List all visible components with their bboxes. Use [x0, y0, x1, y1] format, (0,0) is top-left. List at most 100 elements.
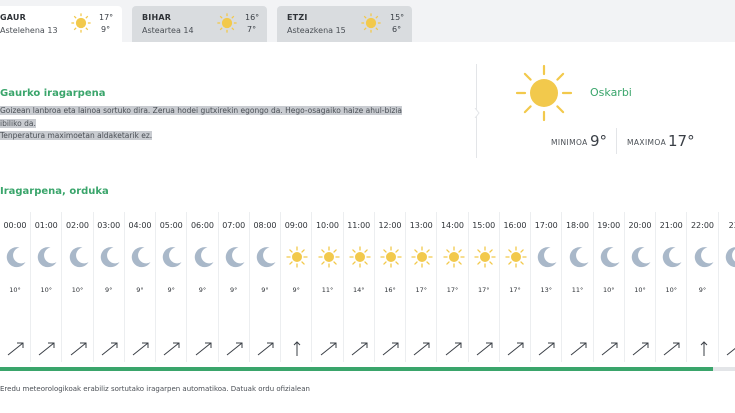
hour-temp: 17°	[446, 286, 459, 294]
moon-icon	[692, 245, 716, 269]
moon-icon	[567, 245, 591, 269]
wind-arrow-icon	[194, 341, 214, 357]
wind-arrow-icon	[162, 341, 182, 357]
hour-time: 18:00	[565, 221, 590, 230]
tab-max-temp: 17°	[99, 13, 114, 22]
hour-temp: 9°	[230, 286, 238, 294]
forecast-text-line: Tenperatura maximoetan aldaketarik ez.	[0, 131, 153, 140]
today-forecast-text: Goizean lanbroa eta lainoa sortuko dira.…	[0, 105, 412, 143]
hour-column: 11:00 14°	[344, 212, 375, 362]
wind-arrow-icon	[600, 341, 620, 357]
hour-temp: 13°	[540, 286, 553, 294]
moon-icon	[598, 245, 622, 269]
moon-icon	[660, 245, 684, 269]
wind-arrow-icon	[725, 341, 735, 357]
hour-time: 23	[728, 221, 735, 230]
hour-time: 14:00	[440, 221, 465, 230]
hour-column: 23	[719, 212, 735, 362]
forecast-text-line: Goizean lanbroa eta lainoa sortuko dira.…	[0, 106, 402, 128]
hour-time: 19:00	[597, 221, 621, 230]
wind-arrow-icon	[287, 341, 307, 357]
sun-icon	[317, 245, 341, 269]
tab-max-temp: 15°	[390, 13, 405, 22]
hour-column: 04:00 9°	[125, 212, 156, 362]
hour-column: 17:00 13°	[531, 212, 563, 362]
hour-temp: 10°	[9, 286, 21, 294]
hour-column: 16:00 17°	[500, 212, 531, 362]
scrollbar-thumb[interactable]	[0, 367, 713, 371]
wind-arrow-icon	[256, 341, 276, 357]
hour-column: 15:00 17°	[469, 212, 500, 362]
hour-temp: 9°	[167, 286, 175, 294]
moon-icon	[98, 245, 122, 269]
hour-column: 10:00 11°	[313, 212, 344, 362]
wind-arrow-icon	[506, 341, 526, 357]
hour-column: 22:00 9°	[688, 212, 719, 362]
hour-time: 04:00	[128, 221, 152, 230]
chevron-right-icon	[474, 108, 480, 118]
moon-icon	[535, 245, 559, 269]
tab-min-temp: 6°	[392, 25, 402, 34]
hour-time: 10:00	[315, 221, 340, 230]
hour-time: 09:00	[284, 221, 308, 230]
hour-temp: 17°	[509, 286, 521, 294]
moon-icon	[160, 245, 184, 269]
hour-time: 22:00	[690, 221, 715, 230]
divider	[616, 128, 617, 154]
hour-temp: 16°	[384, 286, 396, 294]
hour-temp: 10°	[665, 286, 678, 294]
sun-icon	[473, 245, 497, 269]
wind-arrow-icon	[319, 341, 339, 357]
hour-time: 08:00	[253, 221, 277, 230]
hour-time: 05:00	[159, 221, 183, 230]
wind-arrow-icon	[69, 341, 89, 357]
sun-icon	[361, 13, 381, 33]
hour-time: 01:00	[34, 221, 58, 230]
hour-temp: 17°	[477, 286, 490, 294]
hour-temp: 9°	[198, 286, 207, 294]
hour-time: 03:00	[97, 221, 121, 230]
footnote: Eredu meteorologikoak erabiliz sortutako…	[0, 385, 310, 393]
tab-tomorrow[interactable]: BIHAR Asteartea 14 16° 7°	[132, 6, 267, 42]
tab-min-temp: 7°	[247, 25, 257, 34]
hour-time: 07:00	[222, 221, 246, 230]
hour-column: 03:00 9°	[94, 212, 125, 362]
moon-icon	[629, 245, 653, 269]
hour-column: 14:00 17°	[438, 212, 469, 362]
hour-temp: 11°	[571, 286, 584, 294]
sun-icon	[442, 245, 466, 269]
max-temp-value: 17°	[668, 132, 695, 150]
hour-temp: 10°	[71, 286, 84, 294]
hour-time: 21:00	[659, 221, 683, 230]
hour-temp: 10°	[602, 286, 615, 294]
min-temp-value: 9°	[590, 132, 608, 150]
tab-day-name: ETZI	[287, 13, 308, 22]
wind-arrow-icon	[100, 341, 120, 357]
sun-icon	[348, 245, 372, 269]
hour-temp: 10°	[634, 286, 646, 294]
tab-today[interactable]: GAUR Astelehena 13 17° 9°	[0, 6, 122, 42]
min-temp-label: MINIMOA	[551, 138, 588, 147]
hour-column: 02:00 10°	[63, 212, 94, 362]
hour-time: 13:00	[409, 221, 433, 230]
wind-arrow-icon	[537, 341, 557, 357]
hour-column: 01:00 10°	[31, 212, 63, 362]
moon-icon	[4, 245, 28, 269]
tab-max-temp: 16°	[245, 13, 260, 22]
wind-arrow-icon	[350, 341, 370, 357]
tab-day-after[interactable]: ETZI Asteazkena 15 15° 6°	[277, 6, 412, 42]
hour-column: 00:00 10°	[0, 212, 31, 362]
hour-column: 20:00 10°	[625, 212, 656, 362]
weather-condition: Oskarbi	[590, 86, 632, 99]
hour-temp: 9°	[292, 286, 300, 294]
hour-column: 18:00 11°	[563, 212, 594, 362]
max-temp-label: MAXIMOA	[627, 138, 667, 147]
hour-time: 20:00	[628, 221, 652, 230]
wind-arrow-icon	[569, 341, 589, 357]
sun-icon	[285, 245, 309, 269]
sun-icon	[515, 64, 573, 122]
hour-time: 16:00	[503, 221, 527, 230]
wind-arrow-icon	[6, 341, 26, 357]
hour-temp: 9°	[105, 286, 113, 294]
sun-icon	[71, 13, 91, 33]
